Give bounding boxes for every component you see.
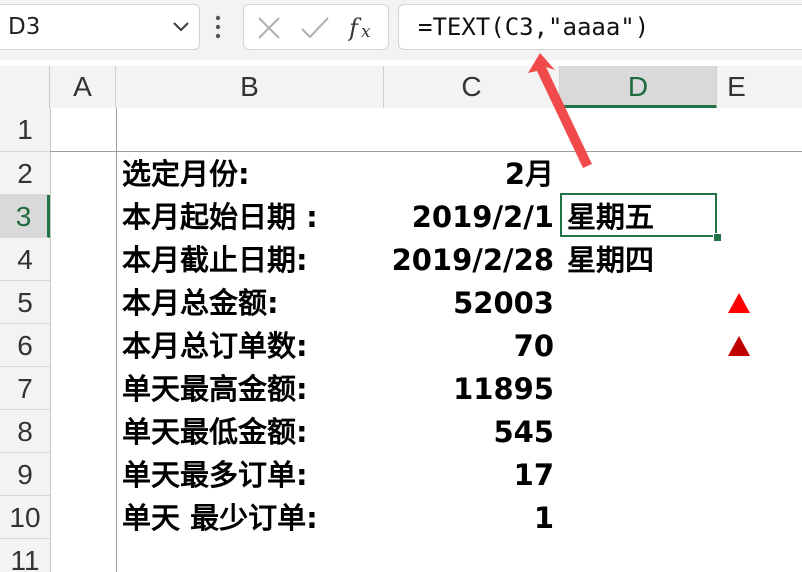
cancel-icon[interactable] (256, 15, 282, 41)
formula-text[interactable]: =TEXT(C3,"aaaa") (418, 13, 649, 41)
row-header-4[interactable]: 4 (0, 238, 50, 281)
cell-b3[interactable]: 本月起始日期 : (122, 196, 392, 239)
cell-c5[interactable]: 52003 (368, 282, 554, 325)
row-header-7[interactable]: 7 (0, 367, 50, 410)
cell-d4[interactable]: 星期四 (567, 239, 717, 282)
column-header-c[interactable]: C (384, 66, 560, 108)
cell-c9[interactable]: 17 (368, 454, 554, 497)
row-header-8[interactable]: 8 (0, 410, 50, 453)
column-header-e[interactable]: E (717, 66, 802, 108)
cell-b4[interactable]: 本月截止日期: (122, 239, 392, 282)
cell-b2[interactable]: 选定月份: (122, 153, 392, 196)
row-header-11[interactable]: 11 (0, 539, 50, 572)
cell-c4[interactable]: 2019/2/28 (368, 239, 554, 282)
row-header-10[interactable]: 10 (0, 496, 50, 539)
red-triangle-icon (728, 293, 750, 313)
active-cell-border[interactable] (560, 193, 717, 237)
column-headers: A B C D E (0, 66, 802, 108)
chevron-down-icon[interactable] (171, 19, 191, 35)
row-header-2[interactable]: 2 (0, 152, 50, 195)
enter-check-icon[interactable] (300, 15, 330, 41)
cell-c6[interactable]: 70 (368, 325, 554, 368)
insert-function-icon[interactable]: f x (348, 13, 382, 43)
formula-input[interactable]: =TEXT(C3,"aaaa") (398, 4, 802, 50)
row-header-3[interactable]: 3 (0, 195, 50, 238)
cell-b7[interactable]: 单天最高金额: (122, 368, 392, 411)
column-header-b[interactable]: B (116, 66, 384, 108)
column-header-d[interactable]: D (560, 66, 717, 108)
row-header-1[interactable]: 1 (0, 108, 50, 152)
cell-c7[interactable]: 11895 (368, 368, 554, 411)
cell-c10[interactable]: 1 (368, 497, 554, 540)
row-header-5[interactable]: 5 (0, 281, 50, 324)
svg-text:x: x (361, 22, 371, 42)
cell-c2[interactable]: 2月 (368, 153, 554, 196)
formula-buttons: f x (243, 4, 389, 50)
dark-red-triangle-icon (728, 336, 750, 356)
cell-b9[interactable]: 单天最多订单: (122, 454, 392, 497)
cell-c8[interactable]: 545 (368, 411, 554, 454)
name-box[interactable]: D3 (0, 4, 200, 50)
formula-bar: D3 f x =TEXT(C3,"aaaa") (0, 0, 802, 60)
row-header-6[interactable]: 6 (0, 324, 50, 367)
fill-handle[interactable] (713, 233, 722, 242)
cell-c3[interactable]: 2019/2/1 (368, 196, 554, 239)
dark-red-triangle-shape (728, 336, 750, 356)
red-triangle-shape (728, 293, 750, 313)
cell-b5[interactable]: 本月总金额: (122, 282, 392, 325)
cell-b6[interactable]: 本月总订单数: (122, 325, 392, 368)
row-header-separator (50, 108, 51, 572)
name-box-value[interactable]: D3 (8, 14, 40, 40)
row-border-1 (50, 151, 802, 152)
column-border-a (116, 108, 117, 572)
spreadsheet-window: D3 f x =TEXT(C3,"aaaa") A B C D E 1 2 3 … (0, 0, 802, 572)
more-options-icon[interactable] (214, 14, 222, 40)
cell-b8[interactable]: 单天最低金额: (122, 411, 392, 454)
row-header-9[interactable]: 9 (0, 453, 50, 496)
select-all-corner[interactable] (0, 66, 50, 108)
column-header-a[interactable]: A (50, 66, 116, 108)
cell-b10[interactable]: 单天 最少订单: (122, 497, 392, 540)
svg-text:f: f (348, 14, 362, 42)
